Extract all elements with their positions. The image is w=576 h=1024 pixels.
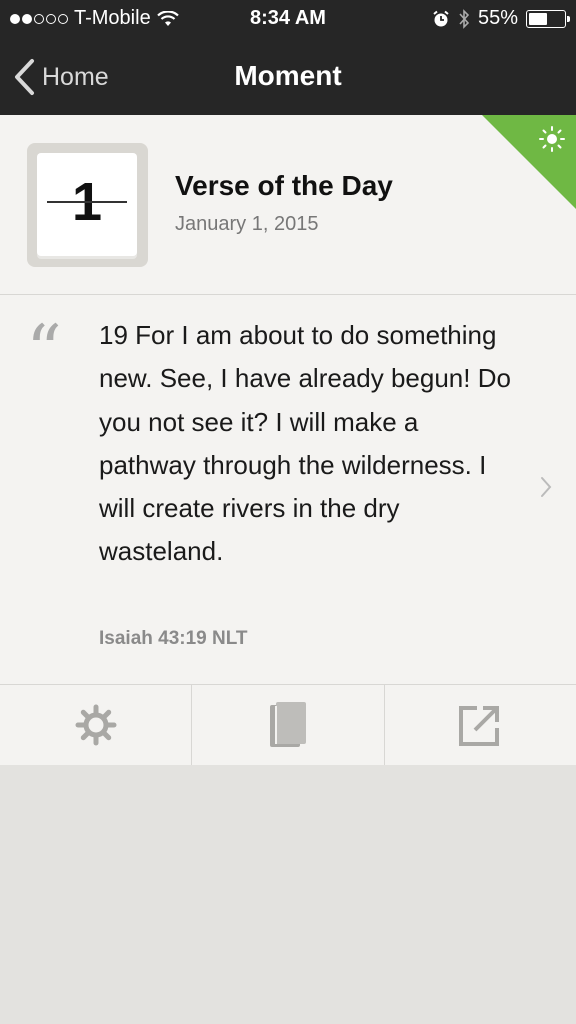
moment-date: January 1, 2015 [175, 213, 319, 235]
moment-card: 1 Verse of the Day January 1, 2015 “ 19 … [0, 115, 576, 765]
verse-text: 19 For I am about to do something new. S… [99, 320, 511, 567]
share-icon [459, 706, 500, 746]
battery-icon [526, 9, 570, 28]
settings-button[interactable] [0, 685, 191, 765]
status-bar: T-Mobile 8:34 AM 55% [0, 0, 576, 40]
quote-icon: “ [26, 310, 62, 392]
moment-header: 1 Verse of the Day January 1, 2015 [0, 115, 576, 295]
sun-icon [482, 115, 576, 209]
share-button[interactable] [383, 685, 576, 765]
action-bar [0, 684, 576, 765]
status-right-group: 55% [432, 7, 570, 30]
battery-percent: 55% [477, 7, 518, 29]
bible-button[interactable] [191, 685, 383, 765]
navigation-bar: Home Moment [0, 40, 576, 115]
gear-icon [75, 704, 117, 746]
page-title: Moment [234, 60, 342, 91]
chevron-right-icon[interactable] [540, 476, 552, 498]
verse-section[interactable]: “ 19 For I am about to do something new.… [0, 296, 576, 684]
calendar-page: 1 [37, 153, 137, 256]
moment-title: Verse of the Day [175, 170, 393, 201]
book-icon [269, 702, 306, 747]
top-bar: T-Mobile 8:34 AM 55% Home Moment [0, 0, 576, 115]
verse-reference: Isaiah 43:19 NLT [99, 628, 248, 649]
battery-fill [529, 12, 548, 25]
calendar-icon: 1 [27, 143, 148, 267]
alarm-icon [433, 10, 449, 26]
calendar-fold-line [47, 201, 127, 203]
bluetooth-icon [459, 8, 470, 29]
